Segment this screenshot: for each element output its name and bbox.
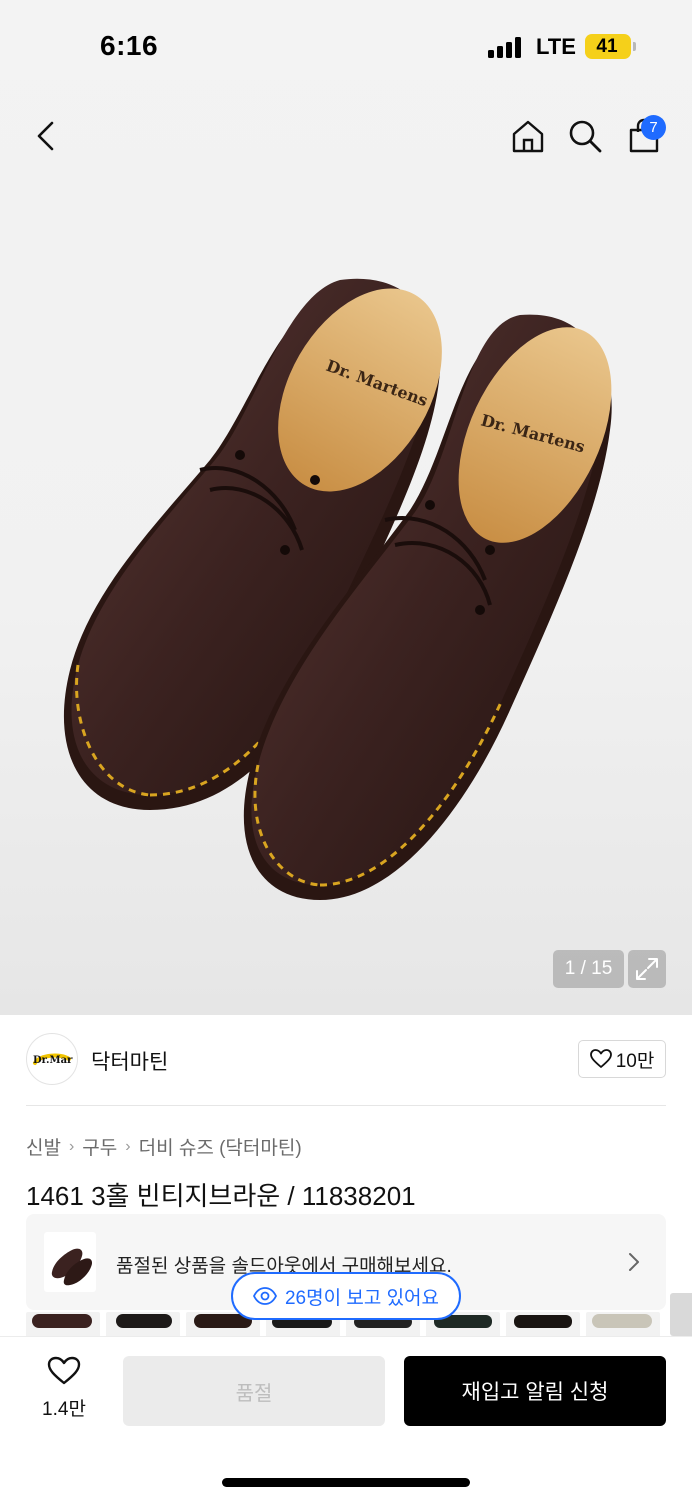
wishlist-button[interactable]: 1.4만: [30, 1356, 98, 1426]
heart-icon: [589, 1049, 612, 1068]
breadcrumb-item[interactable]: 신발: [26, 1133, 61, 1160]
shoe-thumbnail-image: [51, 1248, 93, 1286]
back-button[interactable]: [24, 114, 68, 158]
breadcrumb-item[interactable]: 더비 슈즈 (닥터마틴): [139, 1133, 302, 1160]
brand-like-count: 10만: [615, 1050, 655, 1072]
heart-icon: [47, 1356, 81, 1385]
brand-row[interactable]: Dr.Martens 닥터마틴 10만: [26, 1033, 666, 1089]
back-icon: [37, 121, 54, 151]
thumbnail[interactable]: [586, 1312, 660, 1336]
breadcrumb-item[interactable]: 구두: [82, 1133, 117, 1160]
battery-cap: [633, 42, 636, 51]
chevron-right-icon: ›: [68, 1137, 75, 1155]
signal-icon: [488, 36, 524, 58]
expand-icon: [636, 958, 658, 980]
viewers-badge: 26명이 보고 있어요: [231, 1272, 461, 1320]
brand-logo[interactable]: Dr.Martens: [26, 1033, 78, 1085]
thumbnail[interactable]: [106, 1312, 180, 1336]
wishlist-count: 1.4만: [42, 1399, 86, 1420]
product-image-gallery[interactable]: Dr. Martens Dr. Martens 6:16 LTE 41 7 1 …: [0, 0, 692, 1015]
divider: [26, 1105, 666, 1106]
chevron-right-icon: ›: [125, 1137, 131, 1155]
expand-button[interactable]: [628, 950, 666, 988]
brand-name[interactable]: 닥터마틴: [91, 1046, 168, 1076]
status-time: 6:16: [100, 30, 159, 61]
search-icon: [569, 120, 602, 153]
svg-text:Dr.Martens: Dr.Martens: [33, 1055, 73, 1066]
product-image[interactable]: Dr. Martens Dr. Martens: [40, 250, 660, 950]
eye-icon: [252, 1287, 277, 1305]
network-type: LTE: [536, 34, 576, 59]
battery-level: 41: [596, 36, 618, 57]
battery-icon: 41: [585, 34, 631, 59]
restock-alert-button[interactable]: 재입고 알림 신청: [404, 1356, 666, 1426]
cart-count-badge: 7: [641, 115, 666, 140]
home-icon: [512, 120, 544, 153]
breadcrumb: 신발 › 구두 › 더비 슈즈 (닥터마틴): [26, 1133, 302, 1160]
home-button[interactable]: [506, 114, 550, 158]
dr-martens-logo: Dr.Martens: [33, 1053, 73, 1066]
brand-like-button[interactable]: 10만: [578, 1040, 666, 1078]
search-button[interactable]: [563, 114, 607, 158]
chevron-right-icon: [629, 1253, 639, 1271]
soldout-button[interactable]: 품절: [123, 1356, 385, 1426]
image-pager: 1 / 15: [553, 950, 624, 988]
product-title: 1461 3홀 빈티지브라운 / 11838201: [26, 1181, 416, 1211]
status-bar: 6:16 LTE 41: [0, 0, 692, 90]
scroll-indicator: [670, 1293, 692, 1336]
home-indicator: [222, 1478, 470, 1487]
thumbnail[interactable]: [26, 1312, 100, 1336]
soldout-thumbnail: [44, 1232, 96, 1292]
viewers-text: 26명이 보고 있어요: [284, 1287, 440, 1309]
thumbnail[interactable]: [506, 1312, 580, 1336]
